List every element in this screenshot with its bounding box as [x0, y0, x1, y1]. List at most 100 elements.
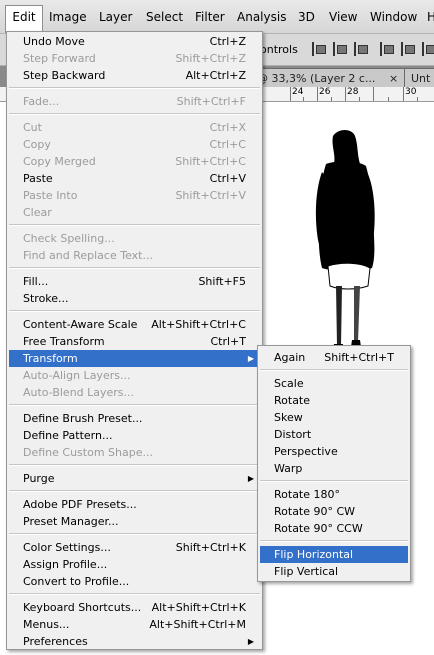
menu-item-check-spelling[interactable]: Check Spelling... [9, 230, 260, 247]
menu-item-clear[interactable]: Clear [9, 204, 260, 221]
menu-item-fill[interactable]: Fill... Shift+F5 [9, 273, 260, 290]
menu-item-label: Rotate [274, 394, 311, 407]
align-left-icon[interactable] [380, 42, 396, 56]
menu-item-cut[interactable]: Cut Ctrl+X [9, 119, 260, 136]
menu-item-preferences[interactable]: Preferences ▶ [9, 633, 260, 650]
menu-item-undo-move[interactable]: Undo Move Ctrl+Z [9, 33, 260, 50]
menu-item-label: Rotate 90° CCW [274, 522, 363, 535]
align-top-icon[interactable] [312, 42, 328, 56]
ruler-label: 30 [405, 87, 417, 97]
menu-item-copy[interactable]: Copy Ctrl+C [9, 136, 260, 153]
menu-window[interactable]: Window [370, 6, 417, 28]
ruler-label: 24 [292, 87, 304, 97]
menu-separator [9, 593, 260, 595]
menu-edit[interactable]: Edit [5, 5, 43, 33]
menu-item-label: Step Backward [23, 69, 106, 82]
menu-item-paste[interactable]: Paste Ctrl+V [9, 170, 260, 187]
menu-item-step-forward[interactable]: Step Forward Shift+Ctrl+Z [9, 50, 260, 67]
menu-separator [260, 480, 408, 482]
menu-item-color-settings[interactable]: Color Settings... Shift+Ctrl+K [9, 539, 260, 556]
ruler-tick [417, 97, 418, 101]
menu-item-label: Again [274, 351, 306, 364]
menu-item-copy-merged[interactable]: Copy Merged Shift+Ctrl+C [9, 153, 260, 170]
close-icon[interactable]: × [389, 69, 398, 88]
menu-item-rotate-90-cw[interactable]: Rotate 90° CW [260, 503, 408, 520]
menu-item-scale[interactable]: Scale [260, 375, 408, 392]
menu-item-label: Color Settings... [23, 541, 111, 554]
menu-item-shortcut: Shift+Ctrl+C [175, 155, 246, 168]
menu-item-rotate[interactable]: Rotate [260, 392, 408, 409]
menu-item-warp[interactable]: Warp [260, 460, 408, 477]
menu-item-label: Fill... [23, 275, 49, 288]
menu-item-preset-manager[interactable]: Preset Manager... [9, 513, 260, 530]
menu-analysis[interactable]: Analysis [237, 6, 286, 28]
align-horizontal-center-icon[interactable] [401, 42, 417, 56]
menu-item-free-transform[interactable]: Free Transform Ctrl+T [9, 333, 260, 350]
menu-item-label: Warp [274, 462, 303, 475]
menu-item-find-and-replace-text[interactable]: Find and Replace Text... [9, 247, 260, 264]
menu-item-label: Define Pattern... [23, 429, 113, 442]
menu-item-rotate-180[interactable]: Rotate 180° [260, 486, 408, 503]
menu-item-label: Rotate 180° [274, 488, 341, 501]
menu-help[interactable]: H [427, 6, 434, 28]
menu-3d[interactable]: 3D [298, 6, 315, 28]
menu-item-label: Define Brush Preset... [23, 412, 143, 425]
align-bottom-icon[interactable] [354, 42, 370, 56]
menu-item-label: Flip Vertical [274, 565, 339, 578]
menu-item-step-backward[interactable]: Step Backward Alt+Ctrl+Z [9, 67, 260, 84]
menu-separator [260, 540, 408, 542]
menu-item-stroke[interactable]: Stroke... [9, 290, 260, 307]
menu-filter[interactable]: Filter [195, 6, 225, 28]
document-tab-title: @ 33,3% (Layer 2 c... [257, 72, 376, 85]
menu-item-shortcut: Shift+Ctrl+V [175, 189, 246, 202]
menu-separator [9, 464, 260, 466]
menu-view[interactable]: View [329, 6, 357, 28]
menu-item-label: Copy Merged [23, 155, 96, 168]
document-tab-2[interactable]: Unt [404, 68, 434, 88]
document-tab[interactable]: @ 33,3% (Layer 2 c... × [250, 68, 408, 88]
menu-item-skew[interactable]: Skew [260, 409, 408, 426]
show-transform-controls-label[interactable]: ontrols [260, 43, 298, 56]
menu-item-purge[interactable]: Purge ▶ [9, 470, 260, 487]
menu-item-flip-horizontal[interactable]: Flip Horizontal [260, 546, 408, 563]
menu-item-label: Auto-Blend Layers... [23, 386, 135, 399]
menu-item-keyboard-shortcuts[interactable]: Keyboard Shortcuts... Alt+Shift+Ctrl+K [9, 599, 260, 616]
menu-item-assign-profile[interactable]: Assign Profile... [9, 556, 260, 573]
menu-item-label: Preset Manager... [23, 515, 119, 528]
menu-item-define-brush-preset[interactable]: Define Brush Preset... [9, 410, 260, 427]
menu-image[interactable]: Image [49, 6, 87, 28]
menu-item-fade[interactable]: Fade... Shift+Ctrl+F [9, 93, 260, 110]
ruler-label: 28 [347, 87, 359, 97]
align-vertical-center-icon[interactable] [333, 42, 349, 56]
menu-item-label: Clear [23, 206, 52, 219]
menu-item-content-aware-scale[interactable]: Content-Aware Scale Alt+Shift+Ctrl+C [9, 316, 260, 333]
menu-item-label: Fade... [23, 95, 60, 108]
menu-item-adobe-pdf-presets[interactable]: Adobe PDF Presets... [9, 496, 260, 513]
menu-item-distort[interactable]: Distort [260, 426, 408, 443]
menu-item-again[interactable]: Again Shift+Ctrl+T [260, 349, 408, 366]
menu-item-rotate-90-ccw[interactable]: Rotate 90° CCW [260, 520, 408, 537]
menu-separator [260, 369, 408, 371]
submenu-arrow-icon: ▶ [247, 354, 254, 363]
menu-layer[interactable]: Layer [99, 6, 132, 28]
align-right-icon[interactable] [422, 42, 434, 56]
menu-item-define-custom-shape[interactable]: Define Custom Shape... [9, 444, 260, 461]
menu-item-flip-vertical[interactable]: Flip Vertical [260, 563, 408, 580]
ruler-tick [303, 97, 304, 101]
menu-item-label: Define Custom Shape... [23, 446, 153, 459]
menu-item-perspective[interactable]: Perspective [260, 443, 408, 460]
menu-item-auto-blend-layers[interactable]: Auto-Blend Layers... [9, 384, 260, 401]
menu-item-menus[interactable]: Menus... Alt+Shift+Ctrl+M [9, 616, 260, 633]
menu-item-auto-align-layers[interactable]: Auto-Align Layers... [9, 367, 260, 384]
menu-separator [9, 490, 260, 492]
menu-item-define-pattern[interactable]: Define Pattern... [9, 427, 260, 444]
menu-select[interactable]: Select [146, 6, 183, 28]
menu-item-shortcut: Shift+Ctrl+T [324, 351, 394, 364]
menu-item-shortcut: Alt+Shift+Ctrl+K [151, 601, 246, 614]
menu-item-paste-into[interactable]: Paste Into Shift+Ctrl+V [9, 187, 260, 204]
menu-item-label: Scale [274, 377, 304, 390]
submenu-arrow-icon: ▶ [247, 474, 254, 483]
menu-item-convert-to-profile[interactable]: Convert to Profile... [9, 573, 260, 590]
menu-item-transform[interactable]: Transform ▶ [9, 350, 260, 367]
ruler-tick [403, 87, 404, 101]
